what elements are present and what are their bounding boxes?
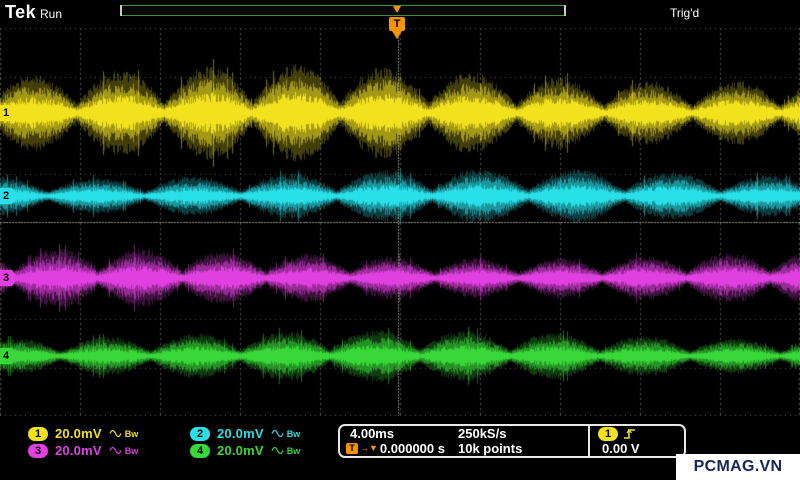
trigger-source-badge: 1 <box>598 427 618 441</box>
rising-edge-icon <box>623 427 637 441</box>
channel-1-icons: Bw <box>109 428 139 439</box>
channel-3-badge: 3 <box>28 443 48 458</box>
channel-3-readout[interactable]: 3 20.0mV Bw <box>28 443 138 458</box>
horizontal-scale: 4.00ms <box>350 426 395 441</box>
trigger-arrow-icon: →▼ <box>360 443 378 453</box>
record-length: 10k points <box>458 441 523 456</box>
trigger-time-readout: T →▼ 0.000000 s <box>346 441 445 456</box>
record-start-tick <box>120 5 122 16</box>
channel-1-scale: 20.0mV <box>55 426 102 441</box>
channel-4-badge: 4 <box>190 443 210 458</box>
bandwidth-limit-icon: Bw <box>286 428 301 439</box>
trigger-status: Trig'd <box>670 6 700 20</box>
channel-4-scale: 20.0mV <box>217 443 264 458</box>
channel-3-icons: Bw <box>109 445 139 456</box>
ac-coupling-icon <box>109 429 122 438</box>
acquisition-state: Run <box>40 7 63 21</box>
ac-coupling-icon <box>271 446 284 455</box>
channel-4-icons: Bw <box>271 445 301 456</box>
channel-1-readout[interactable]: 1 20.0mV Bw <box>28 426 138 441</box>
ac-coupling-icon <box>109 446 122 455</box>
sample-rate: 250kS/s <box>458 426 507 441</box>
channel-4-readout[interactable]: 4 20.0mV Bw <box>190 443 300 458</box>
record-trigger-marker-icon <box>393 6 401 13</box>
bandwidth-limit-icon: Bw <box>286 445 301 456</box>
trigger-time-value: 0.000000 s <box>379 441 445 456</box>
readout-divider <box>588 426 590 456</box>
ac-coupling-icon <box>271 429 284 438</box>
trigger-level: 0.00 V <box>602 441 640 456</box>
channel-2-scale: 20.0mV <box>217 426 264 441</box>
tek-logo: Tek <box>5 2 37 22</box>
trigger-time-icon: T <box>346 443 358 454</box>
channel-2-icons: Bw <box>271 428 301 439</box>
trigger-flag-label: T <box>389 17 405 31</box>
channel-2-badge: 2 <box>190 426 210 441</box>
channel-3-scale: 20.0mV <box>55 443 102 458</box>
watermark: PCMAG.VN <box>676 454 800 480</box>
record-view-bar[interactable] <box>120 5 566 16</box>
trigger-position-flag[interactable]: T <box>389 17 405 39</box>
channel-2-readout[interactable]: 2 20.0mV Bw <box>190 426 300 441</box>
record-end-tick <box>564 5 566 16</box>
bandwidth-limit-icon: Bw <box>124 428 139 439</box>
bandwidth-limit-icon: Bw <box>124 445 139 456</box>
channel-1-badge: 1 <box>28 426 48 441</box>
horizontal-trigger-readout-box[interactable]: 4.00ms 250kS/s T →▼ 0.000000 s 10k point… <box>338 424 686 458</box>
trigger-source-readout: 1 <box>598 427 637 441</box>
oscilloscope-screen: Tek Run Trig'd T 1 2 3 4 1 20.0mV Bw 2 2… <box>0 0 800 480</box>
trigger-flag-arrow-icon <box>392 31 402 39</box>
waveform-display <box>0 28 800 416</box>
